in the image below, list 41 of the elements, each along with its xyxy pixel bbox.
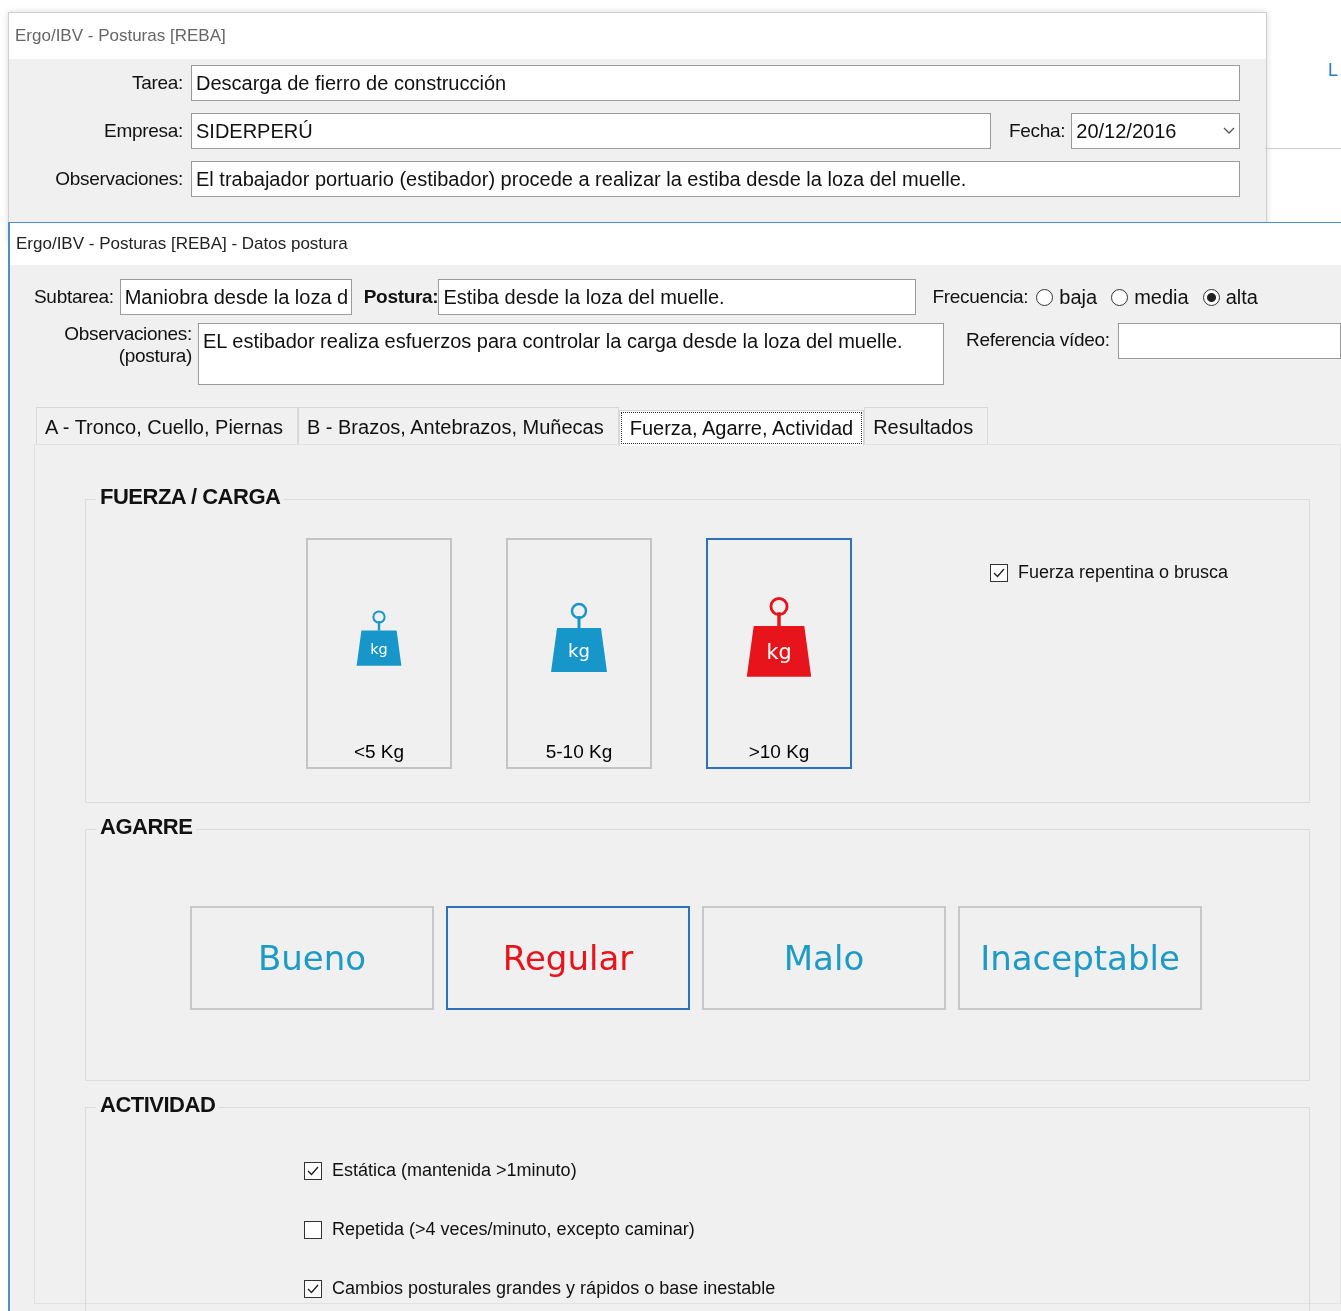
checkbox[interactable] [304,1220,322,1239]
checkbox[interactable] [990,563,1008,582]
window-title: Ergo/IBV - Posturas [REBA] - Datos postura [10,223,1341,265]
field-label: Referencia vídeo: [966,329,1110,351]
load-option[interactable]: kg >10 Kg [706,538,852,769]
checkbox-label[interactable]: Repetida (>4 veces/minuto, excepto caminar) [332,1219,695,1240]
window-title: Ergo/IBV - Posturas [REBA] [9,13,1266,59]
link[interactable]: L [1328,60,1338,81]
tab[interactable]: B - Brazos, Antebrazos, Muñecas [297,407,619,444]
posture-field[interactable]: Estiba desde la loza del muelle. [438,279,917,315]
field-label: Postura: [363,286,439,308]
radio-option[interactable]: baja [1036,285,1098,309]
checkbox-label[interactable]: Cambios posturales grandes y rápidos o base inestable [332,1278,776,1299]
subtask-field[interactable]: Maniobra desde la loza d [119,279,352,315]
field-label: Fecha: [1009,120,1066,142]
chevron-icon [1223,127,1235,135]
observations-field[interactable]: EL estibador realiza esfuerzos para controlar la carga desde la loza del muelle. [198,323,944,385]
task-field[interactable]: Descarga de fierro de construcción [191,65,1240,101]
load-option[interactable]: kg 5-10 Kg [506,538,652,769]
load-option[interactable]: kg <5 Kg [306,538,452,769]
video-reference-field[interactable] [1117,323,1341,359]
company-field[interactable]: SIDERPERÚ [191,113,991,149]
checkbox-label[interactable]: Estática (mantenida >1minuto) [332,1160,577,1181]
grip-option[interactable]: Regular [446,906,690,1010]
checkbox[interactable] [304,1161,322,1180]
field-label: Tarea: [131,72,184,94]
field-label: Observaciones: [54,168,184,190]
field-label: Subtarea: [34,286,114,308]
checkbox[interactable] [304,1279,322,1298]
field-label: (postura) [118,345,192,367]
radio-option[interactable]: alta [1202,285,1258,309]
observations-field[interactable]: El trabajador portuario (estibador) procede a realizar la estiba desde la loza del muelle. [191,161,1240,197]
checkbox-label[interactable]: Fuerza repentina o brusca [1018,562,1229,583]
date-picker[interactable]: 20/12/2016 [1071,113,1240,149]
radio-option[interactable]: media [1111,285,1189,309]
tab[interactable]: A - Tronco, Cuello, Piernas [36,407,298,444]
tab[interactable]: Resultados [864,407,989,444]
tab[interactable]: Fuerza, Agarre, Actividad [618,410,865,446]
field-label: Empresa: [103,120,184,142]
field-label: Observaciones: [64,323,192,345]
field-label: Frecuencia: [932,286,1029,308]
